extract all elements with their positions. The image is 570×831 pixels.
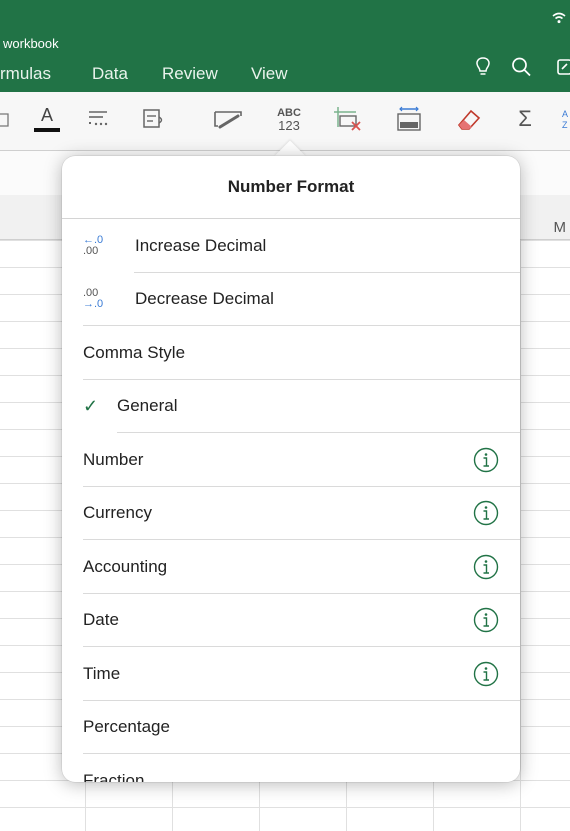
decrease-decimal-icon: .00 →.0 (83, 288, 135, 310)
decrease-decimal-label: Decrease Decimal (135, 289, 274, 309)
ribbon-header: workbook rmulas Data Review View (0, 0, 570, 92)
popover-title: Number Format (62, 156, 520, 219)
info-icon[interactable] (473, 661, 499, 687)
wrap-text-icon[interactable] (138, 104, 168, 134)
comma-style-label: Comma Style (83, 342, 186, 362)
number-item[interactable]: Number (62, 433, 520, 487)
column-letter-m[interactable]: M (554, 219, 567, 236)
tab-formulas[interactable]: rmulas (0, 64, 51, 84)
lightbulb-icon[interactable] (472, 55, 494, 79)
sum-symbol: Σ (518, 106, 532, 131)
tab-view[interactable]: View (251, 64, 288, 84)
fraction-label: Fraction (83, 770, 145, 782)
align-icon[interactable] (84, 104, 114, 134)
info-icon[interactable] (473, 607, 499, 633)
time-item[interactable]: Time (62, 647, 520, 701)
sort-icon[interactable]: A Z (558, 104, 570, 134)
search-icon[interactable] (510, 55, 532, 79)
column-width-icon[interactable] (394, 104, 424, 134)
increase-decimal-label: Increase Decimal (135, 235, 267, 255)
decrease-decimal-item[interactable]: .00 →.0 Decrease Decimal (62, 273, 520, 327)
font-color-letter: A (40, 105, 53, 125)
tab-review[interactable]: Review (162, 64, 218, 84)
time-label: Time (83, 663, 121, 683)
increase-decimal-icon: ←.0 .00 (83, 234, 135, 257)
currency-label: Currency (83, 503, 152, 523)
number-label: Number (83, 449, 144, 469)
clear-cells-icon[interactable] (332, 104, 364, 134)
increase-decimal-item[interactable]: ←.0 .00 Increase Decimal (62, 219, 520, 273)
comma-style-item[interactable]: Comma Style (62, 326, 520, 380)
cell-styles-icon[interactable] (212, 104, 244, 134)
decrease-decimal-icon-bottom: →.0 (83, 298, 104, 311)
workbook-title: workbook (3, 36, 59, 51)
info-icon[interactable] (473, 500, 499, 526)
info-icon[interactable] (473, 554, 499, 580)
number-format-popover: Number Format ←.0 .00 Increase Decimal .… (62, 156, 520, 782)
eraser-icon[interactable] (454, 104, 484, 134)
share-icon[interactable] (556, 55, 570, 79)
partial-tool-icon[interactable] (0, 104, 12, 134)
percentage-label: Percentage (83, 717, 170, 737)
svg-text:Z: Z (562, 120, 568, 130)
date-label: Date (83, 610, 119, 630)
number-format-button[interactable]: ABC 123 (272, 104, 306, 134)
currency-item[interactable]: Currency (62, 487, 520, 541)
date-item[interactable]: Date (62, 594, 520, 648)
checkmark-icon: ✓ (83, 395, 99, 416)
number-format-bottom: 123 (278, 117, 300, 133)
formatting-toolbar: A ABC 123 Σ A Z (0, 92, 570, 151)
number-format-top: ABC (277, 106, 301, 119)
percentage-item[interactable]: Percentage (62, 701, 520, 755)
info-icon[interactable] (473, 447, 499, 473)
font-color-swatch (34, 128, 60, 132)
fraction-item[interactable]: Fraction (62, 754, 520, 782)
increase-decimal-icon-bottom: .00 (83, 244, 99, 257)
font-color-button[interactable]: A (34, 104, 60, 134)
tab-data[interactable]: Data (92, 64, 128, 84)
general-label: General (117, 396, 178, 416)
accounting-label: Accounting (83, 556, 168, 576)
accounting-item[interactable]: Accounting (62, 540, 520, 594)
autosum-button[interactable]: Σ (512, 104, 538, 134)
wifi-icon (552, 12, 566, 24)
general-item[interactable]: ✓ General (62, 380, 520, 434)
svg-text:A: A (562, 109, 568, 119)
